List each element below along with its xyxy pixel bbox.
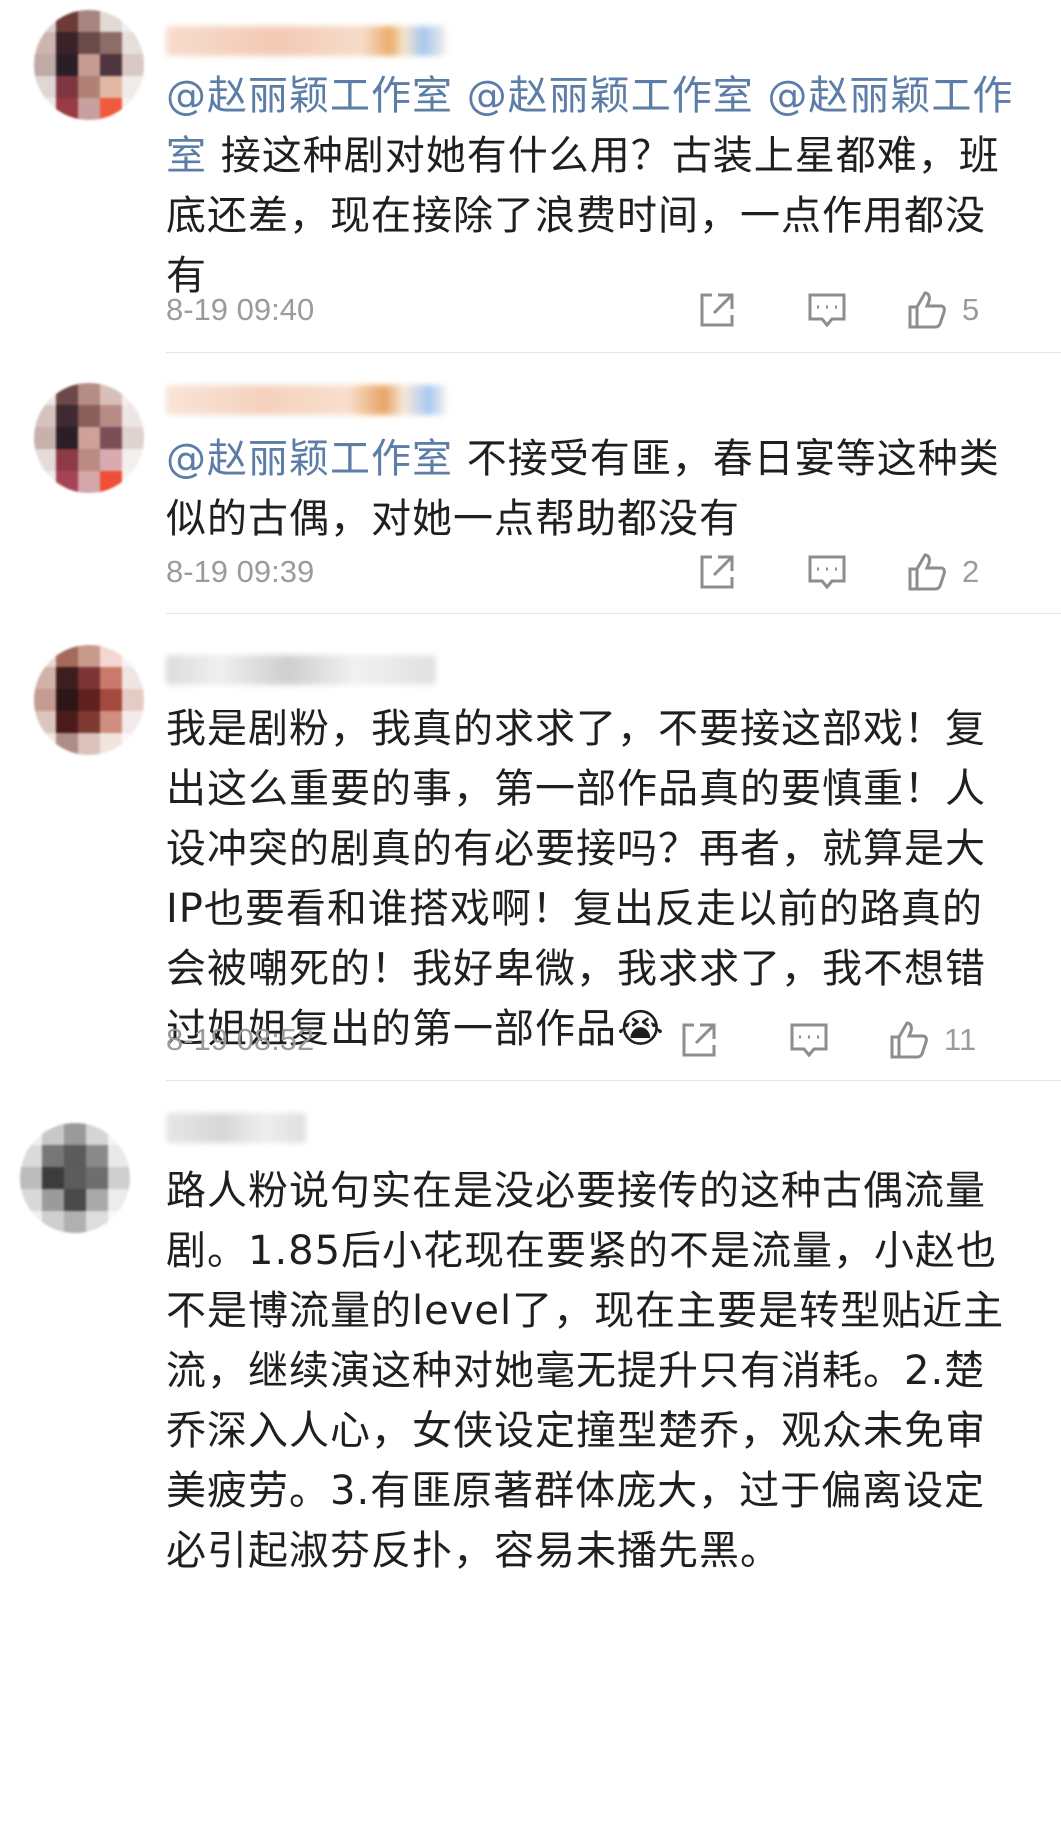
comment-text: 路人粉说句实在是没必要接传的这种古偶流量剧。1.85后小花现在要紧的不是流量，小… bbox=[166, 1168, 1005, 1574]
like-count: 11 bbox=[944, 1022, 977, 1057]
comment-list: @赵丽颖工作室 @赵丽颖工作室 @赵丽颖工作室 接这种剧对她有什么用？古装上星都… bbox=[0, 0, 1061, 1847]
comment-text: @赵丽颖工作室 不接受有匪，春日宴等这种类似的古偶，对她一点帮助都没有 bbox=[166, 436, 1000, 542]
comment-icon[interactable] bbox=[806, 289, 848, 331]
like-icon[interactable] bbox=[906, 289, 948, 331]
like-icon[interactable] bbox=[888, 1019, 930, 1061]
timestamp: 8-19 09:39 bbox=[166, 554, 315, 589]
divider bbox=[166, 1080, 1061, 1081]
username-blurred[interactable] bbox=[166, 655, 436, 685]
divider bbox=[166, 352, 1061, 353]
repost-icon[interactable] bbox=[678, 1019, 720, 1061]
like-count: 5 bbox=[962, 292, 980, 327]
username-blurred[interactable] bbox=[166, 385, 446, 415]
comment-text: 我是剧粉，我真的求求了，不要接这部戏！复出这么重要的事，第一部作品真的要慎重！人… bbox=[166, 706, 986, 1052]
mention-link[interactable]: @赵丽颖工作室 bbox=[166, 436, 453, 482]
timestamp: 8-19 09:40 bbox=[166, 292, 315, 327]
divider bbox=[166, 613, 1061, 614]
avatar[interactable] bbox=[34, 645, 144, 755]
comment-icon[interactable] bbox=[788, 1019, 830, 1061]
username-blurred[interactable] bbox=[166, 1113, 306, 1143]
like-count: 2 bbox=[962, 554, 980, 589]
comment-footer: 8-19 09:40 5 bbox=[166, 285, 1021, 335]
repost-icon[interactable] bbox=[696, 289, 738, 331]
comment-footer: 8-19 08:52 11 bbox=[166, 1015, 1021, 1065]
avatar[interactable] bbox=[20, 1123, 130, 1233]
comment-footer: 8-19 09:39 2 bbox=[166, 547, 1021, 597]
repost-icon[interactable] bbox=[696, 551, 738, 593]
like-icon[interactable] bbox=[906, 551, 948, 593]
username-blurred[interactable] bbox=[166, 26, 446, 56]
comment-icon[interactable] bbox=[806, 551, 848, 593]
timestamp: 8-19 08:52 bbox=[166, 1022, 315, 1057]
comment-text: @赵丽颖工作室 @赵丽颖工作室 @赵丽颖工作室 接这种剧对她有什么用？古装上星都… bbox=[166, 73, 1014, 299]
avatar[interactable] bbox=[34, 10, 144, 120]
avatar[interactable] bbox=[34, 383, 144, 493]
